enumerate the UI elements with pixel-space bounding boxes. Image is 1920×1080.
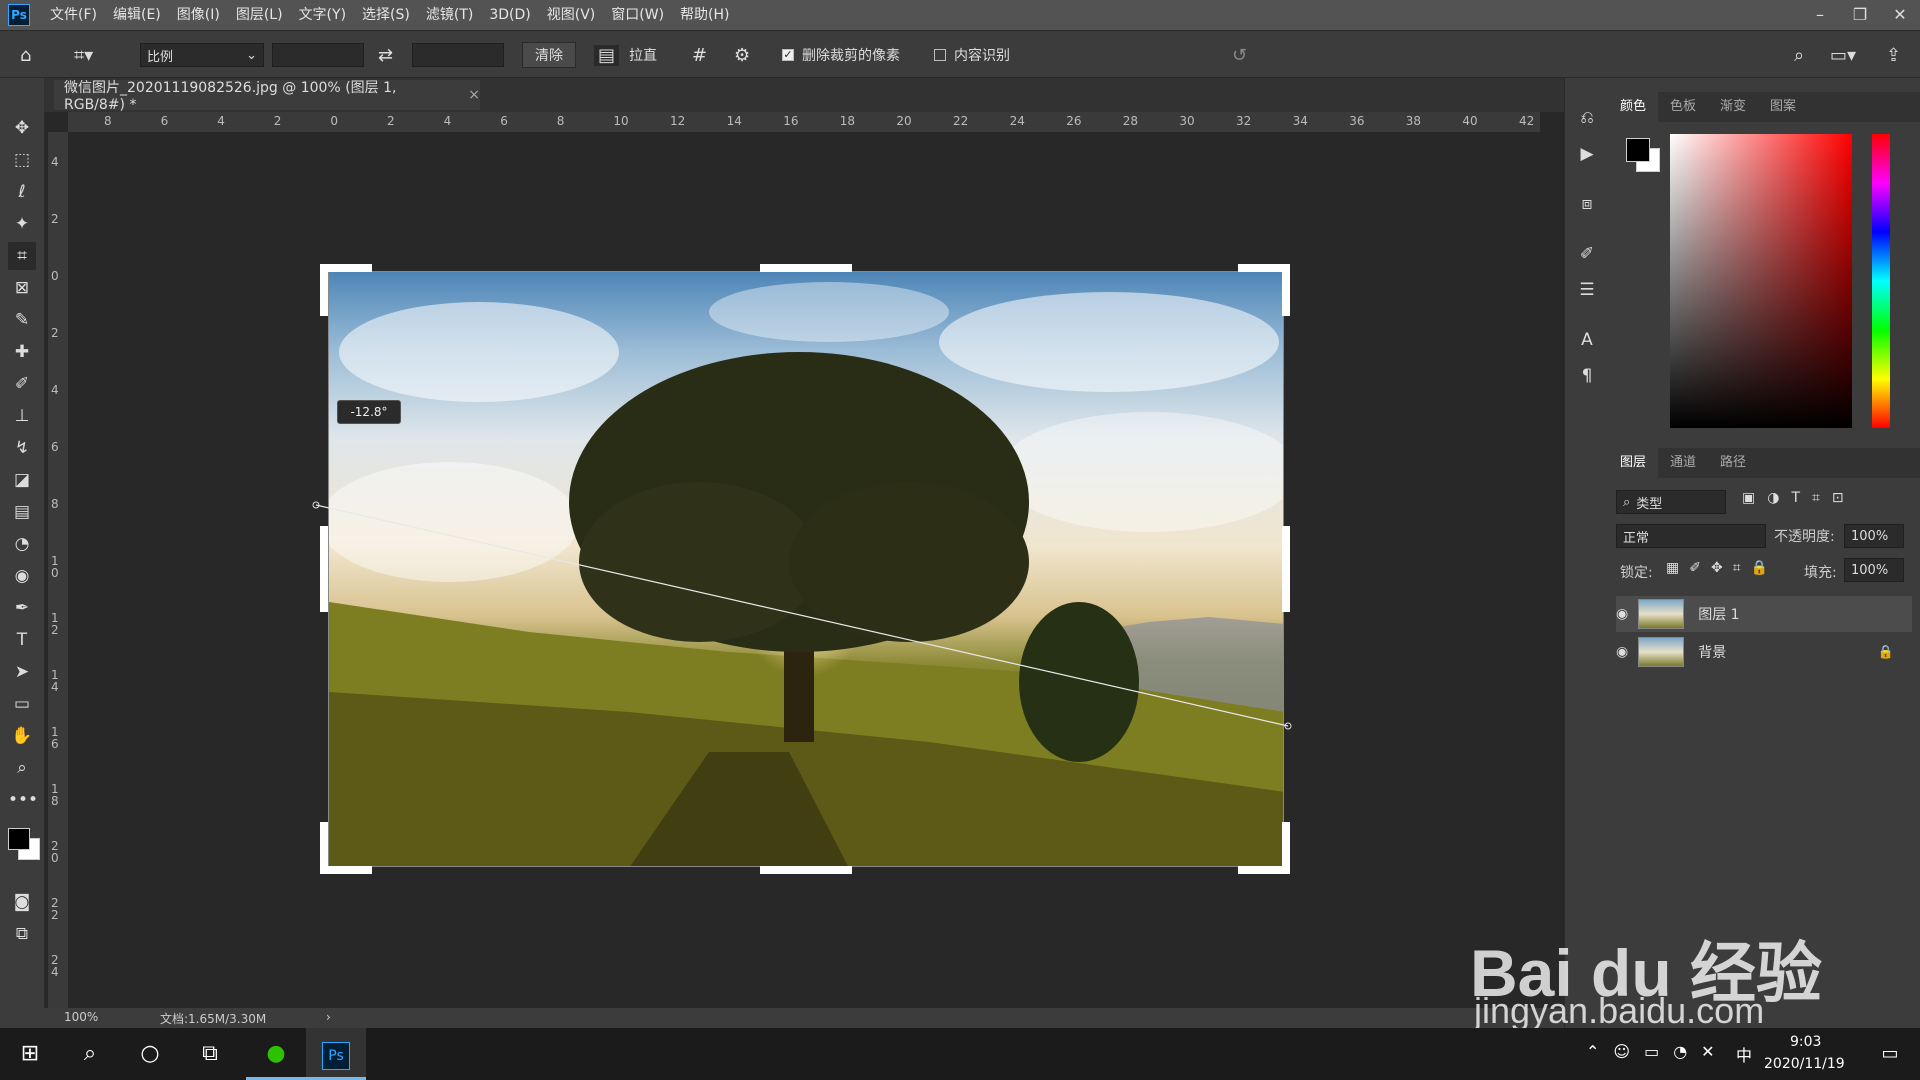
right-panels: 颜色 色板 渐变 图案 图层 通道 路径 ⌕ 类型 ▣◑T⌗⊡ 正常 不透明度: 100% …: [1608, 78, 1920, 1028]
crop-handle-bottom[interactable]: [760, 866, 852, 874]
search-icon: ⌕: [1623, 494, 1631, 510]
panel-tab[interactable]: 色板: [1658, 92, 1708, 122]
foreground-color-swatch[interactable]: [8, 828, 30, 850]
filter-kind-label: 类型: [1636, 496, 1663, 512]
zoom-level[interactable]: 100%: [64, 1010, 98, 1024]
crop-handle-top-left-v[interactable]: [320, 264, 328, 316]
task-view-icon[interactable]: ⧉: [180, 1028, 240, 1080]
watermark-url: jingyan.baidu.com: [1474, 990, 1765, 1031]
layer-thumbnail: [1638, 599, 1685, 629]
crop-handle-bottom-right-v[interactable]: [1282, 822, 1290, 874]
layer-name: 图层 1: [1698, 607, 1740, 623]
crop-handle-bottom-left-v[interactable]: [320, 822, 328, 874]
taskbar: ⊞ ⌕ ○ ⧉ ● Ps ⌃☺▭◔✕ 中 9:03 2020/11/19 ▭: [0, 1028, 1920, 1080]
opacity-input[interactable]: 100%: [1844, 524, 1904, 548]
character-panel-icon[interactable]: A: [1573, 326, 1601, 354]
doc-info: 文档:1.65M/3.30M: [160, 1012, 267, 1026]
ime-indicator[interactable]: 中: [1736, 1042, 1752, 1066]
lock-icons[interactable]: ▦✐✥⌗🔒: [1666, 560, 1778, 576]
crop-handle-top[interactable]: [760, 264, 852, 272]
opacity-label: 不透明度:: [1774, 529, 1835, 545]
status-bar: 100% 文档:1.65M/3.30M ›: [44, 1008, 1564, 1028]
color-panel-tabs: 颜色 色板 渐变 图案: [1608, 92, 1920, 122]
blend-mode-select[interactable]: 正常: [1616, 524, 1766, 548]
panel-tab[interactable]: 路径: [1708, 448, 1758, 478]
clock-date[interactable]: 2020/11/19: [1764, 1056, 1845, 1072]
panel-tab[interactable]: 颜色: [1608, 92, 1659, 122]
lock-icon: 🔒: [1877, 644, 1894, 660]
crop-handle-left[interactable]: [320, 526, 328, 612]
panel-tab[interactable]: 图案: [1758, 92, 1808, 122]
panel-tab[interactable]: 渐变: [1708, 92, 1758, 122]
clock-time[interactable]: 9:03: [1790, 1034, 1821, 1050]
eye-icon[interactable]: ◉: [1616, 606, 1628, 622]
eye-icon[interactable]: ◉: [1616, 644, 1628, 660]
notification-icon[interactable]: ▭: [1860, 1028, 1920, 1080]
hue-slider[interactable]: [1872, 134, 1890, 428]
layer-filter-icons[interactable]: ▣◑T⌗⊡: [1742, 490, 1856, 506]
layer-row-background[interactable]: ◉ 背景 🔒: [1616, 634, 1912, 670]
fill-label: 填充:: [1804, 565, 1837, 581]
actions-panel-icon[interactable]: ▶: [1573, 140, 1601, 168]
lock-label: 锁定:: [1620, 565, 1653, 581]
color-picker-field[interactable]: [1670, 134, 1852, 428]
adjustments-icon[interactable]: ☰: [1573, 276, 1601, 304]
layer-filter-select[interactable]: ⌕ 类型: [1616, 490, 1726, 514]
panel-icon-strip: ⎌ ▶ ⧈ ✐ ☰ A ¶: [1564, 78, 1610, 1028]
paragraph-panel-icon[interactable]: ¶: [1573, 362, 1601, 390]
panel-tab[interactable]: 图层: [1608, 448, 1659, 478]
panel-tab[interactable]: 通道: [1658, 448, 1708, 478]
3d-panel-icon[interactable]: ⧈: [1573, 190, 1601, 218]
brush-settings-icon[interactable]: ✐: [1573, 240, 1601, 268]
layer-row-layer1[interactable]: ◉ 图层 1: [1616, 596, 1912, 632]
photoshop-taskbar-button[interactable]: Ps: [306, 1028, 366, 1080]
wechat-icon[interactable]: ●: [246, 1028, 306, 1080]
search-icon[interactable]: ⌕: [60, 1028, 120, 1080]
status-menu-arrow[interactable]: ›: [326, 1010, 331, 1024]
layer-name: 背景: [1698, 645, 1727, 661]
crop-handle-top-right-v[interactable]: [1282, 264, 1290, 316]
history-panel-icon[interactable]: ⎌: [1573, 104, 1601, 132]
windows-start-icon[interactable]: ⊞: [0, 1028, 60, 1080]
layers-panel-tabs: 图层 通道 路径: [1608, 448, 1920, 478]
fill-input[interactable]: 100%: [1844, 558, 1904, 582]
cortana-icon[interactable]: ○: [120, 1028, 180, 1080]
crop-handle-right[interactable]: [1282, 526, 1290, 612]
layer-thumbnail: [1638, 637, 1685, 667]
system-tray-icons[interactable]: ⌃☺▭◔✕: [1586, 1042, 1729, 1061]
photoshop-icon: Ps: [322, 1042, 350, 1070]
foreground-color-swatch-panel[interactable]: [1626, 138, 1650, 162]
